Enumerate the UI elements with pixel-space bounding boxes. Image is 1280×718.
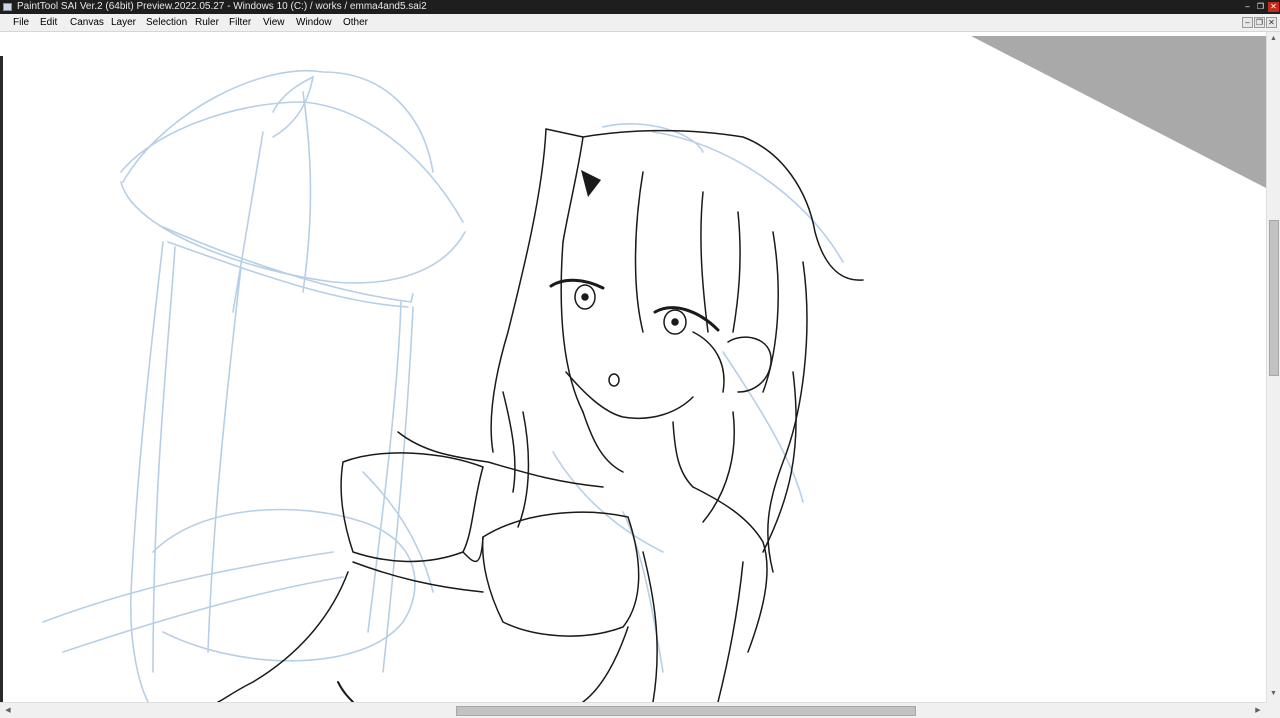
drawing-canvas[interactable] — [3, 32, 1266, 702]
window-minimize-button[interactable]: ‒ — [1242, 2, 1253, 12]
document-close-button[interactable]: ✕ — [1266, 17, 1277, 28]
document-restore-button[interactable]: ❐ — [1254, 17, 1265, 28]
menu-canvas[interactable]: Canvas — [68, 16, 106, 30]
title-bar: PaintTool SAI Ver.2 (64bit) Preview.2022… — [0, 0, 1280, 14]
menu-filter[interactable]: Filter — [227, 16, 253, 30]
window-restore-button[interactable]: ❐ — [1255, 2, 1266, 12]
menu-window[interactable]: Window — [294, 16, 334, 30]
horizontal-scrollbar[interactable]: ◀ ▶ — [0, 702, 1266, 718]
menu-view[interactable]: View — [261, 16, 287, 30]
scroll-up-icon[interactable]: ▲ — [1267, 33, 1280, 45]
menu-selection[interactable]: Selection — [144, 16, 189, 30]
menu-other[interactable]: Other — [341, 16, 370, 30]
horizontal-scroll-thumb[interactable] — [456, 706, 916, 716]
menu-bar: File Edit Canvas Layer Selection Ruler F… — [0, 14, 1280, 32]
vertical-scrollbar[interactable]: ▲ ▼ — [1266, 32, 1280, 702]
menu-layer[interactable]: Layer — [109, 16, 138, 30]
menu-ruler[interactable]: Ruler — [193, 16, 221, 30]
sai-app-icon[interactable] — [3, 3, 12, 11]
scroll-left-icon[interactable]: ◀ — [2, 704, 14, 717]
menu-edit[interactable]: Edit — [38, 16, 59, 30]
document-minimize-button[interactable]: ‒ — [1242, 17, 1253, 28]
window-close-button[interactable]: ✕ — [1268, 2, 1279, 12]
offcanvas-area — [971, 36, 1266, 188]
hair-clip — [581, 170, 601, 197]
scroll-down-icon[interactable]: ▼ — [1267, 688, 1280, 700]
window-title: PaintTool SAI Ver.2 (64bit) Preview.2022… — [17, 1, 427, 12]
lineart-layer — [217, 128, 864, 702]
scroll-right-icon[interactable]: ▶ — [1252, 704, 1264, 717]
menu-file[interactable]: File — [11, 16, 31, 30]
vertical-scroll-thumb[interactable] — [1269, 220, 1279, 376]
scrollbar-corner — [1266, 702, 1280, 718]
